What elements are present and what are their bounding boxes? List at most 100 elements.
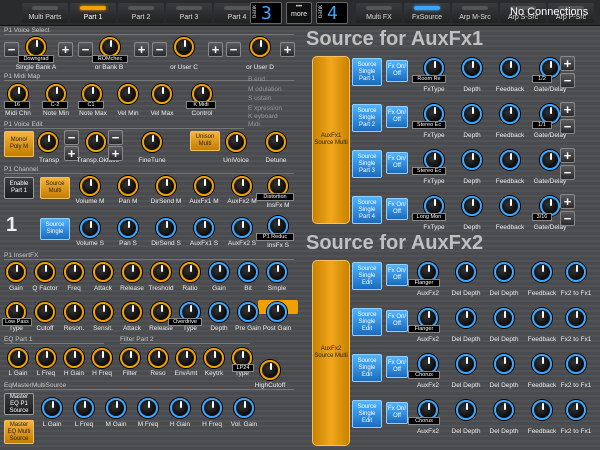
tab-part-2[interactable]: Part 2	[118, 3, 164, 23]
aux1-source-multi-button[interactable]: AuxFx1 Source Multi	[312, 56, 350, 224]
volume-m-knob[interactable]	[80, 176, 100, 196]
aux1-row3-knob-2[interactable]	[500, 150, 520, 170]
insfx-smple-9-knob[interactable]	[267, 262, 287, 282]
aux2-row4-knob-2[interactable]	[494, 400, 514, 420]
aux1-source-single-part-3-button[interactable]: Source Single Part 3	[352, 150, 382, 178]
aux1-row3-knob-3[interactable]	[540, 150, 560, 170]
master-eq-p1-button[interactable]: Master EQ P1 Source	[4, 393, 34, 415]
unison-multi-button[interactable]: Unison Multi	[190, 131, 220, 151]
auxfx1-m-knob[interactable]	[194, 176, 214, 196]
tab-part-1[interactable]: Part 1	[70, 3, 116, 23]
auxfx1-s-knob[interactable]	[194, 218, 214, 238]
aux1-row2-knob-1[interactable]	[462, 104, 482, 124]
master-eq-multi-button[interactable]: Master EQ Multi Source	[4, 420, 34, 444]
insfx-depth-7-2-knob[interactable]	[209, 302, 229, 322]
bank-a-plus-button[interactable]: +	[58, 42, 73, 57]
finetune-minus-button[interactable]: −	[108, 130, 123, 145]
insfx-reson-2-2-knob[interactable]	[64, 302, 84, 322]
aux1-row4-knob-2[interactable]	[500, 196, 520, 216]
auxfx2-s-knob[interactable]	[232, 218, 252, 238]
bank-left-display[interactable]: bank 3	[250, 2, 282, 24]
eqm-m-gain-knob[interactable]	[106, 398, 126, 418]
tab-part-3[interactable]: Part 3	[166, 3, 212, 23]
transp-oct-minus-button[interactable]: −	[64, 130, 79, 145]
aux1-row3-plus-button[interactable]: +	[560, 148, 575, 163]
aux1-fx-onoff-1-button[interactable]: Fx On/ Off	[386, 60, 408, 82]
aux2-row3-knob-2[interactable]	[494, 354, 514, 374]
bank-b-minus-button[interactable]: −	[78, 42, 93, 57]
aux2-fx-onoff-2-button[interactable]: Fx On/ Off	[386, 310, 408, 332]
user-c-plus-button[interactable]: +	[208, 42, 223, 57]
bank-b-plus-button[interactable]: +	[134, 42, 149, 57]
detune-knob[interactable]	[266, 132, 286, 152]
aux1-source-single-part-4-button[interactable]: Source Single Part 4	[352, 196, 382, 224]
aux1-row3-knob-1[interactable]	[462, 150, 482, 170]
pan-m-knob[interactable]	[118, 176, 138, 196]
aux2-row3-knob-3[interactable]	[532, 354, 552, 374]
aux2-fx-onoff-4-button[interactable]: Fx On/ Off	[386, 402, 408, 424]
aux2-row2-knob-2[interactable]	[494, 308, 514, 328]
aux1-source-single-part-1-button[interactable]: Source Single Part 1	[352, 58, 382, 86]
aux2-row3-knob-4[interactable]	[566, 354, 586, 374]
source-single-button[interactable]: Source Single	[40, 218, 70, 240]
bank-a-knob[interactable]	[26, 37, 46, 57]
aux2-source-multi-button[interactable]: AuxFx2 Source Multi	[312, 260, 350, 446]
aux1-fx-onoff-3-button[interactable]: Fx On/ Off	[386, 152, 408, 174]
eqm-l-gain-knob[interactable]	[42, 398, 62, 418]
user-d-plus-button[interactable]: +	[280, 42, 295, 57]
dirsend-m-knob[interactable]	[156, 176, 176, 196]
user-d-knob[interactable]	[250, 37, 270, 57]
user-c-minus-button[interactable]: −	[152, 42, 167, 57]
eqm-h-gain-knob[interactable]	[170, 398, 190, 418]
finetune-plus-button[interactable]: +	[108, 146, 123, 161]
eqm-l-freq-knob[interactable]	[74, 398, 94, 418]
aux1-row4-knob-1[interactable]	[462, 196, 482, 216]
aux1-fx-onoff-2-button[interactable]: Fx On/ Off	[386, 106, 408, 128]
eqm-vol-gain-knob[interactable]	[234, 398, 254, 418]
aux2-row1-knob-4[interactable]	[566, 262, 586, 282]
eq-l-gain-knob[interactable]	[8, 348, 28, 368]
insfx-release-4-knob[interactable]	[122, 262, 142, 282]
insfx-bit-8-knob[interactable]	[238, 262, 258, 282]
tab-multi-fx[interactable]: Multi FX	[356, 3, 402, 23]
aux1-row1-minus-button[interactable]: −	[560, 73, 575, 88]
insfx-ratio-6-knob[interactable]	[180, 262, 200, 282]
aux2-fx-onoff-3-button[interactable]: Fx On/ Off	[386, 356, 408, 378]
aux2-row2-knob-3[interactable]	[532, 308, 552, 328]
aux2-row2-knob-1[interactable]	[456, 308, 476, 328]
eqm-m-freq-knob[interactable]	[138, 398, 158, 418]
insfx-treshold-5-knob[interactable]	[151, 262, 171, 282]
aux2-fx-onoff-1-button[interactable]: Fx On/ Off	[386, 264, 408, 286]
pan-s-knob[interactable]	[118, 218, 138, 238]
dirsend-s-knob[interactable]	[156, 218, 176, 238]
transp-oktave-knob[interactable]	[86, 132, 106, 152]
vel-max-knob[interactable]	[152, 84, 172, 104]
eqm-h-freq-knob[interactable]	[202, 398, 222, 418]
bank-b-knob[interactable]	[100, 37, 120, 57]
insfx-pre-gain-8-2-knob[interactable]	[238, 302, 258, 322]
insfx-attack-3-knob[interactable]	[93, 262, 113, 282]
aux1-row2-minus-button[interactable]: −	[560, 119, 575, 134]
insfx-gain-7-knob[interactable]	[209, 262, 229, 282]
eq-envamt-knob[interactable]	[176, 348, 196, 368]
insfx-post-gain-9-2-knob[interactable]	[267, 302, 287, 322]
aux2-row2-knob-4[interactable]	[566, 308, 586, 328]
aux1-row4-minus-button[interactable]: −	[560, 211, 575, 226]
aux2-row4-knob-4[interactable]	[566, 400, 586, 420]
insfx-sensit-3-2-knob[interactable]	[93, 302, 113, 322]
eq-reso-knob[interactable]	[148, 348, 168, 368]
eq-highcutoff-knob[interactable]	[260, 360, 280, 380]
aux1-row1-plus-button[interactable]: +	[560, 56, 575, 71]
aux2-row4-knob-3[interactable]	[532, 400, 552, 420]
univoice-knob[interactable]	[226, 132, 246, 152]
aux2-row4-knob-1[interactable]	[456, 400, 476, 420]
auxfx2-m-knob[interactable]	[232, 176, 252, 196]
insfx-gain-0-knob[interactable]	[6, 262, 26, 282]
insfx-freq-2-knob[interactable]	[64, 262, 84, 282]
more-button[interactable]: ••• more	[286, 2, 312, 24]
eq-keytrk-knob[interactable]	[204, 348, 224, 368]
vel-min-knob[interactable]	[118, 84, 138, 104]
eq-filter-knob[interactable]	[120, 348, 140, 368]
insfx-attack-4-2-knob[interactable]	[122, 302, 142, 322]
aux2-row1-knob-1[interactable]	[456, 262, 476, 282]
